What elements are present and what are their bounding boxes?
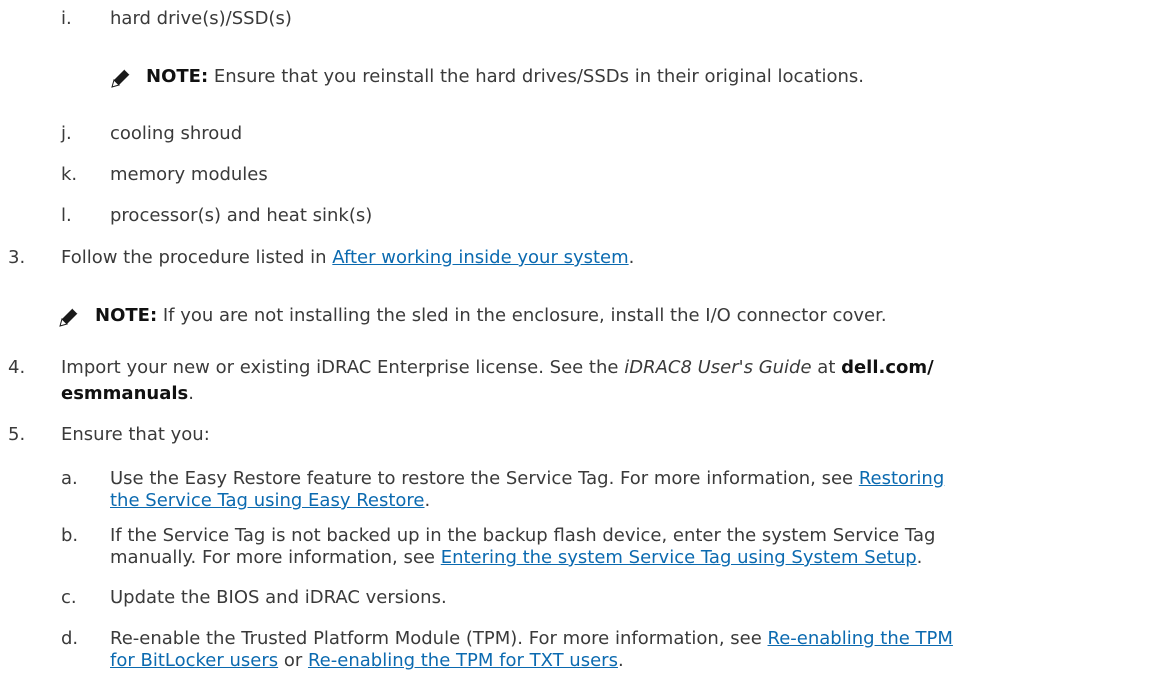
step-number: 3. [8, 247, 26, 268]
punctuation: . [916, 547, 923, 568]
list-marker: k. [61, 164, 78, 185]
note-text: Ensure that you reinstall the hard drive… [208, 66, 865, 87]
after-working-link[interactable]: After working inside your system [332, 247, 628, 268]
substep-text: Update the BIOS and iDRAC versions. [110, 587, 447, 608]
url-part-1: dell.com/ [841, 357, 934, 378]
url-part-2: esmmanuals [61, 383, 189, 404]
list-marker: a. [61, 468, 78, 489]
list-marker: l. [61, 205, 72, 226]
list-text: cooling shroud [110, 123, 243, 144]
restoring-link[interactable]: Restoring [859, 468, 944, 489]
step-text: at [811, 357, 842, 378]
punctuation: . [424, 490, 431, 511]
list-text: memory modules [110, 164, 268, 185]
step-text: Import your new or existing iDRAC Enterp… [61, 357, 625, 378]
list-marker: c. [61, 587, 77, 608]
restoring-link-continued[interactable]: the Service Tag using Easy Restore [110, 490, 425, 511]
punctuation: . [628, 247, 635, 268]
list-marker: i. [61, 8, 72, 29]
step-text: Ensure that you: [61, 424, 210, 445]
substep-text: Re-enable the Trusted Platform Module (T… [110, 628, 768, 649]
list-marker: j. [61, 123, 72, 144]
pencil-icon [58, 306, 80, 328]
note-label: NOTE: [95, 305, 158, 326]
reenable-tpm-bitlocker-link-continued[interactable]: for BitLocker users [110, 650, 278, 671]
note-text: If you are not installing the sled in th… [157, 305, 887, 326]
reenable-tpm-bitlocker-link[interactable]: Re-enabling the TPM [768, 628, 953, 649]
punctuation: . [617, 650, 624, 671]
substep-text: If the Service Tag is not backed up in t… [110, 525, 936, 546]
list-text: processor(s) and heat sink(s) [110, 205, 373, 226]
entering-service-tag-link[interactable]: Entering the system Service Tag using Sy… [441, 547, 917, 568]
list-marker: d. [61, 628, 79, 649]
substep-text: Use the Easy Restore feature to restore … [110, 468, 859, 489]
note-label: NOTE: [146, 66, 209, 87]
pencil-icon [110, 67, 132, 89]
step-number: 5. [8, 424, 26, 445]
list-text: hard drive(s)/SSD(s) [110, 8, 292, 29]
reenable-tpm-txt-link[interactable]: Re-enabling the TPM for TXT users [308, 650, 618, 671]
list-marker: b. [61, 525, 79, 546]
guide-title: iDRAC8 User's Guide [624, 357, 812, 378]
substep-text: or [278, 650, 308, 671]
substep-text: manually. For more information, see [110, 547, 441, 568]
punctuation: . [188, 383, 194, 404]
step-number: 4. [8, 357, 26, 378]
step-text: Follow the procedure listed in [61, 247, 333, 268]
